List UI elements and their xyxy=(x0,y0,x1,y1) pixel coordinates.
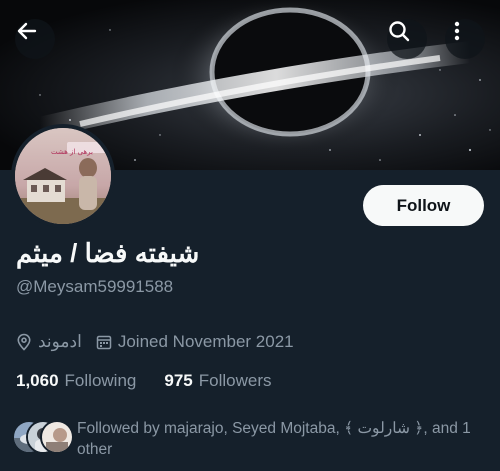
search-button[interactable] xyxy=(387,19,427,59)
following-link[interactable]: 1,060 Following xyxy=(16,371,136,391)
more-options-button[interactable] xyxy=(445,19,485,59)
follow-button[interactable]: Follow xyxy=(363,185,484,226)
followers-label: Followers xyxy=(198,371,272,390)
avatar-caption: برهی از هشت xyxy=(51,148,93,156)
profile-page: برهی از هشت Follow شیفته فضا / میثم @Mey… xyxy=(0,0,500,471)
followers-count: 975 xyxy=(164,371,193,390)
display-name: شیفته فضا / میثم xyxy=(16,238,200,268)
location-text: ادموند xyxy=(38,332,82,351)
calendar-icon xyxy=(96,334,112,350)
search-icon xyxy=(389,21,410,42)
more-vertical-icon xyxy=(454,21,460,41)
followers-link[interactable]: 975 Followers xyxy=(164,371,271,391)
location-pin-icon xyxy=(16,333,32,351)
user-handle: @Meysam59991588 xyxy=(16,277,174,296)
profile-avatar[interactable]: برهی از هشت xyxy=(11,124,115,228)
profile-meta: ادموند Joined November 2021 xyxy=(16,331,294,353)
followed-by-section[interactable]: Followed by majarajo, Seyed Mojtaba, ﴾ ش… xyxy=(12,418,487,460)
avatar-image xyxy=(15,128,111,224)
following-count: 1,060 xyxy=(16,371,59,390)
arrow-left-icon xyxy=(17,22,37,40)
joined-date: Joined November 2021 xyxy=(117,332,294,351)
follow-stats: 1,060 Following 975 Followers xyxy=(16,370,271,392)
follower-avatars xyxy=(12,420,74,454)
follower-avatar xyxy=(40,420,74,454)
followed-by-text: Followed by majarajo, Seyed Mojtaba, ﴾ ش… xyxy=(77,420,471,458)
back-button[interactable] xyxy=(15,19,55,59)
following-label: Following xyxy=(64,371,137,390)
